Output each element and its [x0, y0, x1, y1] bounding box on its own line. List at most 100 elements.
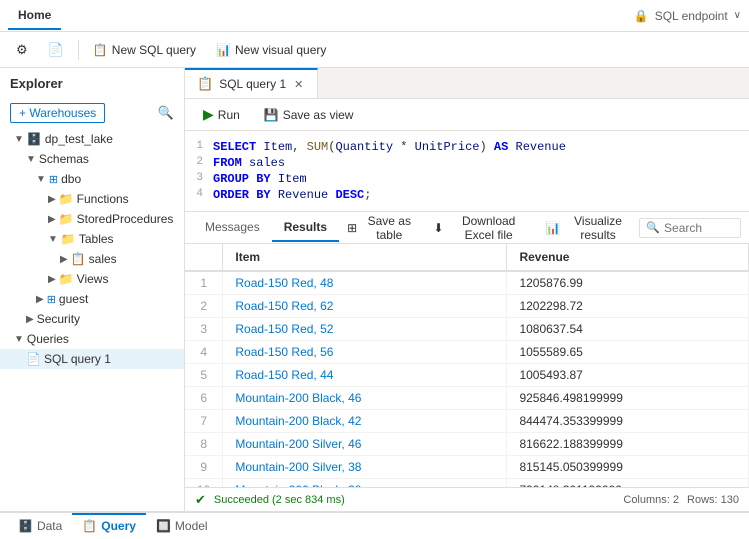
results-search-input[interactable] — [664, 221, 734, 235]
query-file-icon: 📄 — [26, 352, 41, 366]
cell-num: 3 — [185, 318, 223, 341]
code-text: SELECT Item, SUM(Quantity * UnitPrice) A… — [213, 140, 566, 154]
save-as-table-button[interactable]: ⊞ Save as table — [339, 210, 425, 246]
run-toolbar: ▶ Run 💾 Save as view — [185, 99, 749, 131]
run-icon: ▶ — [203, 106, 214, 123]
bottom-tab-model[interactable]: 🔲 Model — [146, 513, 218, 537]
tree-item-views[interactable]: ▶ 📁 Views — [0, 269, 184, 289]
top-bar: Home 🔒 SQL endpoint ∨ — [0, 0, 749, 32]
folder-icon: 📁 — [59, 192, 74, 206]
schemas-label: Schemas — [39, 152, 89, 166]
table-header: Item Revenue — [185, 244, 749, 271]
toolbar: ⚙ 📄 📋 New SQL query 📊 New visual query — [0, 32, 749, 68]
chart-icon: 📊 — [546, 221, 561, 235]
tab-close-button[interactable]: ✕ — [292, 78, 305, 91]
tree-item-queries[interactable]: ▼ Queries — [0, 329, 184, 349]
new-sql-query-button[interactable]: 📋 New SQL query — [85, 39, 204, 61]
home-tab[interactable]: Home — [8, 2, 61, 30]
db-icon: 🗄️ — [27, 132, 42, 146]
save-icon: 💾 — [264, 108, 279, 122]
download-excel-label: Download Excel file — [448, 214, 530, 242]
tree-item-dp_test_lake[interactable]: ▼ 🗄️ dp_test_lake — [0, 129, 184, 149]
tree-item-security[interactable]: ▶ Security — [0, 309, 184, 329]
sql-tab-icon: 📋 — [197, 76, 213, 92]
code-line-1: 1 SELECT Item, SUM(Quantity * UnitPrice)… — [185, 139, 749, 155]
sql-file-icon: 📋 — [93, 43, 108, 57]
cell-num: 4 — [185, 341, 223, 364]
run-label: Run — [218, 108, 240, 122]
tree-item-sqlquery1[interactable]: 📄 SQL query 1 — [0, 349, 184, 369]
save-as-view-button[interactable]: 💾 Save as view — [254, 105, 364, 125]
col-revenue: Revenue — [507, 244, 749, 271]
search-icon[interactable]: 🔍 — [158, 105, 174, 121]
table-row: 4 Road-150 Red, 56 1055589.65 — [185, 341, 749, 364]
table-row: 7 Mountain-200 Black, 42 844474.35339999… — [185, 410, 749, 433]
cell-revenue: 844474.353399999 — [507, 410, 749, 433]
cell-item: Road-150 Red, 62 — [223, 295, 507, 318]
search-box[interactable]: 🔍 — [639, 218, 741, 238]
data-icon: 🗄️ — [18, 519, 33, 533]
cell-item: Road-150 Red, 52 — [223, 318, 507, 341]
status-columns: Columns: 2 — [623, 494, 679, 506]
cell-revenue: 1005493.87 — [507, 364, 749, 387]
run-button[interactable]: ▶ Run — [193, 103, 250, 126]
download-excel-button[interactable]: ⬇ Download Excel file — [425, 210, 537, 246]
new-visual-query-button[interactable]: 📊 New visual query — [208, 39, 334, 61]
tab-messages[interactable]: Messages — [193, 214, 272, 242]
new-visual-query-label: New visual query — [235, 43, 326, 57]
chevron-down-icon[interactable]: ∨ — [734, 10, 741, 21]
tree-item-sales[interactable]: ▶ 📋 sales — [0, 249, 184, 269]
chevron-right-icon: ▶ — [60, 254, 68, 265]
bottom-tab-data[interactable]: 🗄️ Data — [8, 513, 72, 537]
tree-item-schemas[interactable]: ▼ Schemas — [0, 149, 184, 169]
table-row: 9 Mountain-200 Silver, 38 815145.0503999… — [185, 456, 749, 479]
data-table-container: Item Revenue 1 Road-150 Red, 48 1205876.… — [185, 244, 749, 487]
main-layout: Explorer + Warehouses 🔍 ▼ 🗄️ dp_test_lak… — [0, 68, 749, 511]
new-sql-query-label: New SQL query — [112, 43, 196, 57]
line-number: 3 — [185, 172, 213, 184]
table-icon: 📋 — [71, 252, 86, 266]
file-icon: 📄 — [48, 42, 64, 58]
code-text: ORDER BY Revenue DESC; — [213, 188, 371, 202]
schema-icon: ⊞ — [49, 173, 58, 186]
col-item: Item — [223, 244, 507, 271]
save-as-table-label: Save as table — [361, 214, 417, 242]
chevron-down-icon: ▼ — [26, 154, 36, 165]
model-icon: 🔲 — [156, 519, 171, 533]
table-icon: ⊞ — [347, 221, 357, 235]
visualize-results-button[interactable]: 📊 Visualize results — [538, 210, 640, 246]
bottom-tab-query[interactable]: 📋 Query — [72, 513, 146, 537]
tree-item-storedprocedures[interactable]: ▶ 📁 StoredProcedures — [0, 209, 184, 229]
add-warehouses-btn[interactable]: + Warehouses 🔍 — [0, 99, 184, 127]
editor-area: 📋 SQL query 1 ✕ ▶ Run 💾 Save as view 1 S… — [185, 68, 749, 511]
table-row: 6 Mountain-200 Black, 46 925846.49819999… — [185, 387, 749, 410]
save-as-view-label: Save as view — [283, 108, 354, 122]
cell-revenue: 925846.498199999 — [507, 387, 749, 410]
editor-tab-active[interactable]: 📋 SQL query 1 ✕ — [185, 68, 318, 98]
settings-button[interactable]: ⚙ — [8, 38, 36, 62]
status-success-icon: ✔ — [195, 492, 206, 508]
tree-item-dbo[interactable]: ▼ ⊞ dbo — [0, 169, 184, 189]
editor-tabs: 📋 SQL query 1 ✕ — [185, 68, 749, 99]
code-editor[interactable]: 1 SELECT Item, SUM(Quantity * UnitPrice)… — [185, 131, 749, 212]
tree-item-guest[interactable]: ▶ ⊞ guest — [0, 289, 184, 309]
chevron-right-icon: ▶ — [48, 274, 56, 285]
tab-results[interactable]: Results — [272, 214, 339, 242]
chevron-right-icon: ▶ — [36, 294, 44, 305]
cell-item: Mountain-200 Silver, 46 — [223, 433, 507, 456]
cell-revenue: 1205876.99 — [507, 271, 749, 295]
chevron-right-icon: ▶ — [48, 194, 56, 205]
model-tab-label: Model — [175, 519, 208, 533]
sql-endpoint-label: SQL endpoint — [655, 9, 728, 23]
tree-item-functions[interactable]: ▶ 📁 Functions — [0, 189, 184, 209]
cell-num: 7 — [185, 410, 223, 433]
folder-icon: 📁 — [59, 212, 74, 226]
new-file-button[interactable]: 📄 — [40, 38, 72, 62]
tree-item-tables[interactable]: ▼ 📁 Tables — [0, 229, 184, 249]
cell-num: 5 — [185, 364, 223, 387]
sidebar: Explorer + Warehouses 🔍 ▼ 🗄️ dp_test_lak… — [0, 68, 185, 511]
code-line-3: 3 GROUP BY Item — [185, 171, 749, 187]
query-icon: 📋 — [82, 519, 97, 533]
table-row: 1 Road-150 Red, 48 1205876.99 — [185, 271, 749, 295]
search-icon: 🔍 — [646, 221, 660, 234]
